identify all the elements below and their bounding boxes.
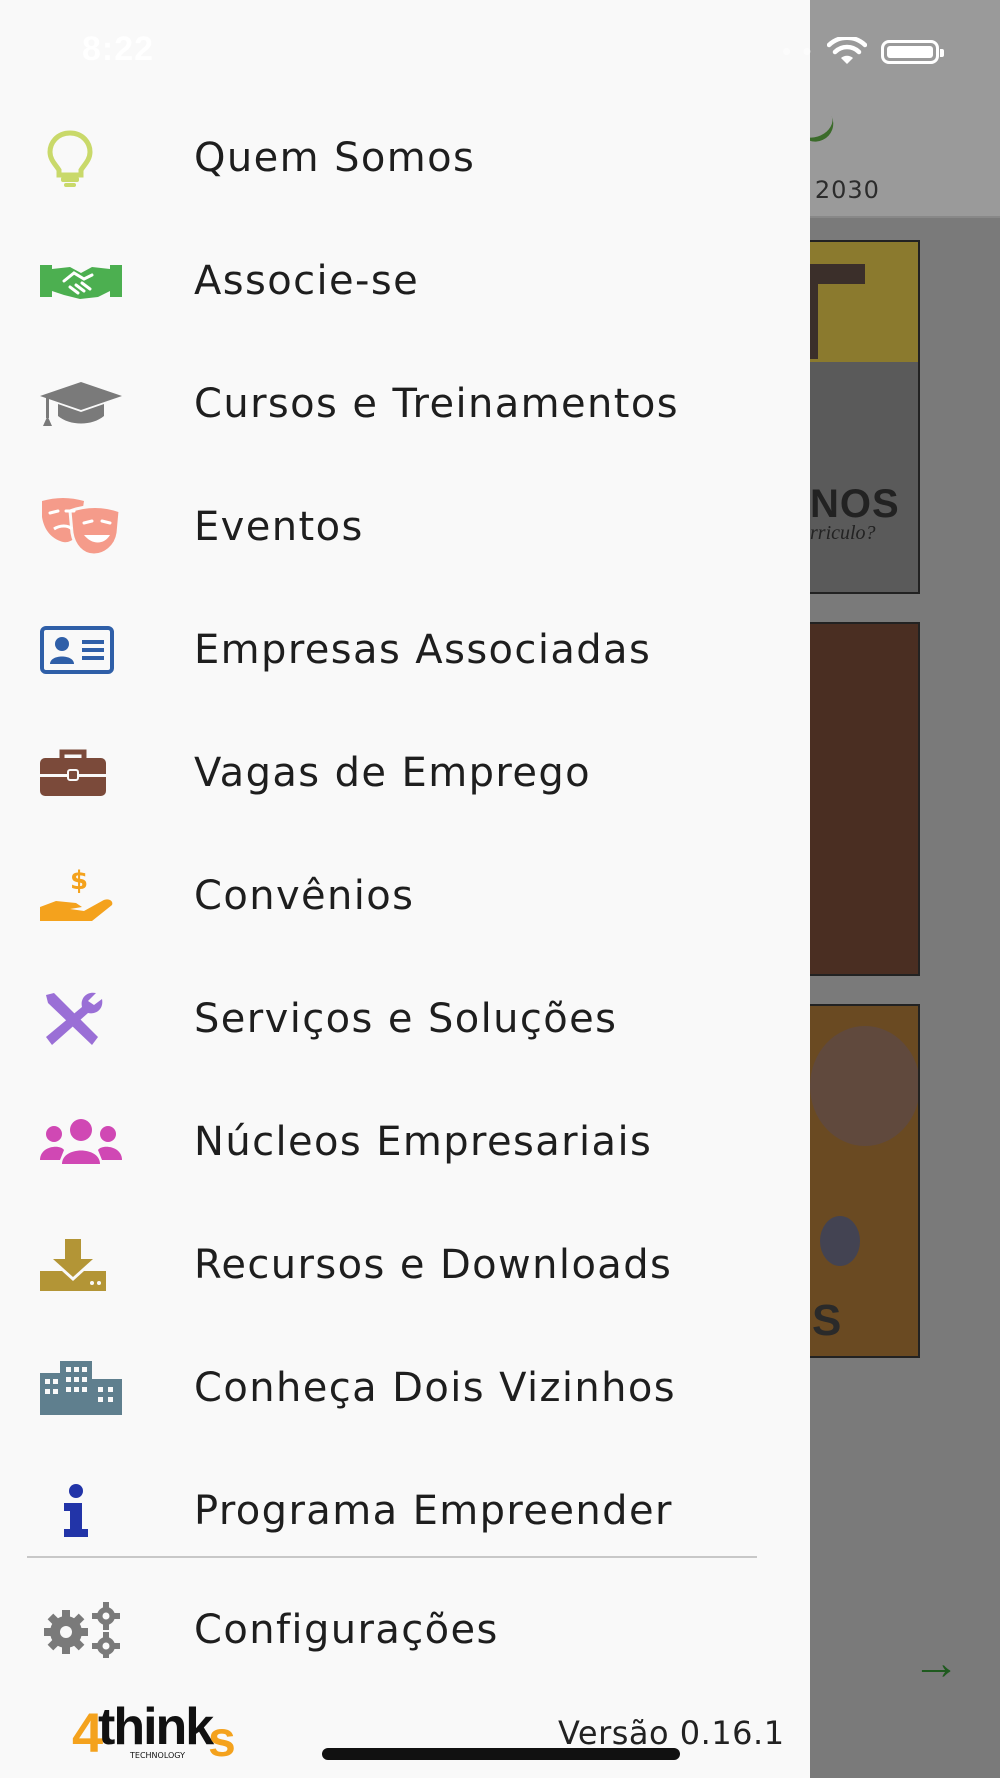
menu-divider bbox=[27, 1556, 757, 1558]
background-card-1-subtitle: rriculo? bbox=[810, 522, 876, 544]
menu-item-label: Conheça Dois Vizinhos bbox=[194, 1365, 676, 1411]
cellular-signal-icon: • • bbox=[782, 36, 814, 66]
background-card-3-title: S bbox=[812, 1296, 842, 1345]
handshake-icon bbox=[40, 249, 126, 313]
menu-item-conheca-dois-vizinhos[interactable]: Conheça Dois Vizinhos bbox=[0, 1333, 810, 1443]
menu-item-label: Programa Empreender bbox=[194, 1488, 673, 1534]
svg-text:$: $ bbox=[70, 867, 88, 896]
menu-item-associe-se[interactable]: Associe-se bbox=[0, 226, 810, 336]
menu-item-label: Vagas de Emprego bbox=[194, 750, 592, 796]
menu-item-label: Configurações bbox=[194, 1607, 499, 1653]
background-card-1: NOS rriculo? bbox=[808, 240, 920, 594]
background-card-3: S bbox=[808, 1004, 920, 1358]
theater-masks-icon bbox=[40, 495, 126, 559]
users-icon bbox=[40, 1110, 126, 1174]
status-time: 8:22 bbox=[82, 30, 155, 68]
menu-item-label: Serviços e Soluções bbox=[194, 996, 618, 1042]
4thinks-logo: 4 think s TECHNOLOGY bbox=[72, 1698, 242, 1767]
briefcase-icon bbox=[40, 741, 126, 805]
lightbulb-icon bbox=[40, 126, 126, 190]
tools-icon bbox=[40, 987, 126, 1051]
graduation-cap-icon bbox=[40, 372, 126, 436]
background-card-1-title: NOS bbox=[810, 482, 900, 526]
menu-item-label: Convênios bbox=[194, 873, 415, 919]
hand-money-icon: $ bbox=[40, 864, 126, 928]
menu-item-nucleos-empresariais[interactable]: Núcleos Empresariais bbox=[0, 1087, 810, 1197]
download-icon bbox=[40, 1233, 126, 1297]
svg-text:s: s bbox=[208, 1711, 236, 1764]
menu-item-cursos-e-treinamentos[interactable]: Cursos e Treinamentos bbox=[0, 349, 810, 459]
svg-text:think: think bbox=[98, 1700, 214, 1756]
menu-item-label: Núcleos Empresariais bbox=[194, 1119, 653, 1165]
menu-item-label: Empresas Associadas bbox=[194, 627, 652, 673]
city-icon bbox=[40, 1356, 126, 1420]
menu-item-recursos-e-downloads[interactable]: Recursos e Downloads bbox=[0, 1210, 810, 1320]
id-card-icon bbox=[40, 618, 126, 682]
menu-item-label: Recursos e Downloads bbox=[194, 1242, 673, 1288]
menu-item-servicos-e-solucoes[interactable]: Serviços e Soluções bbox=[0, 964, 810, 1074]
home-indicator[interactable] bbox=[322, 1748, 680, 1760]
menu-item-label: Eventos bbox=[194, 504, 364, 550]
menu-item-programa-empreender[interactable]: Programa Empreender bbox=[0, 1456, 810, 1566]
menu-item-label: Associe-se bbox=[194, 258, 420, 304]
arrow-right-icon: → bbox=[912, 1637, 960, 1690]
navigation-drawer: Quem Somos Associe-se Cursos e Treinamen… bbox=[0, 0, 810, 1778]
status-icons: • • bbox=[782, 36, 945, 67]
menu-item-configuracoes[interactable]: Configurações bbox=[0, 1575, 810, 1685]
menu-item-convenios[interactable]: $ Convênios bbox=[0, 841, 810, 951]
menu-item-label: Cursos e Treinamentos bbox=[194, 381, 679, 427]
wifi-icon bbox=[827, 36, 868, 64]
gears-icon bbox=[40, 1598, 126, 1662]
background-card-2 bbox=[808, 622, 920, 976]
menu-item-vagas-de-emprego[interactable]: Vagas de Emprego bbox=[0, 718, 810, 828]
menu-item-label: Quem Somos bbox=[194, 135, 476, 181]
menu-item-empresas-associadas[interactable]: Empresas Associadas bbox=[0, 595, 810, 705]
menu-item-eventos[interactable]: Eventos bbox=[0, 472, 810, 582]
app-version: Versão 0.16.1 bbox=[558, 1714, 785, 1752]
info-icon bbox=[40, 1479, 126, 1543]
svg-text:TECHNOLOGY: TECHNOLOGY bbox=[129, 1751, 185, 1760]
menu-item-quem-somos[interactable]: Quem Somos bbox=[0, 103, 810, 213]
battery-icon bbox=[881, 39, 945, 64]
